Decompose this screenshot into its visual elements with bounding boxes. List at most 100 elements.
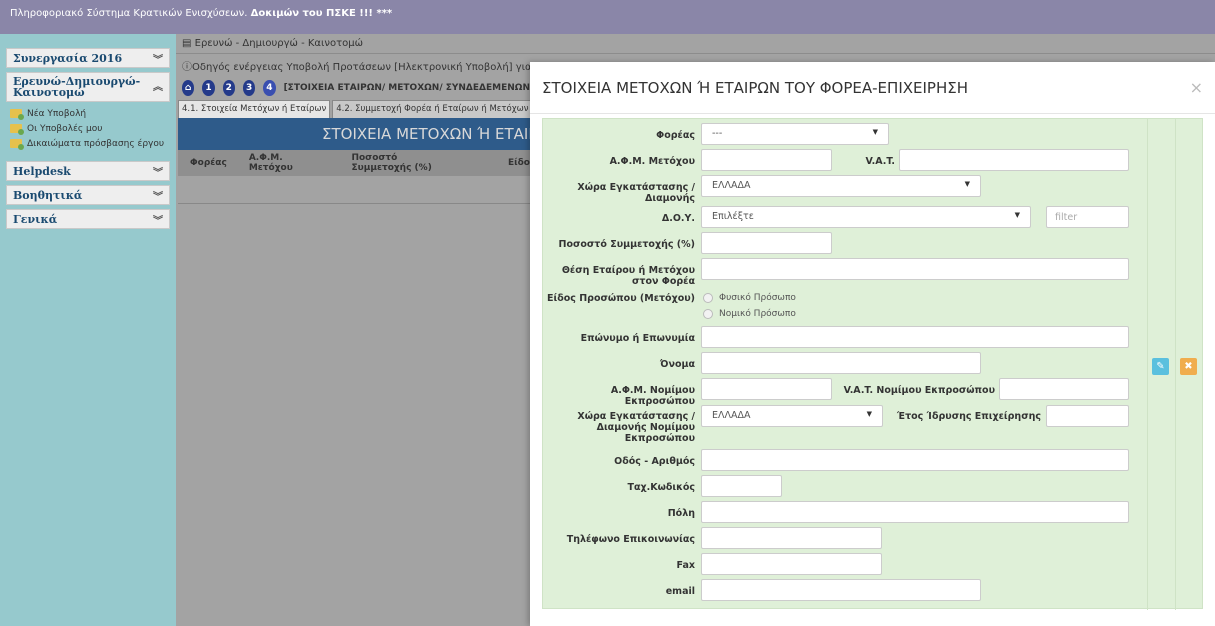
- system-title-bold: Δοκιμών του ΠΣΚΕ !!! ***: [250, 8, 393, 19]
- position-input[interactable]: [701, 258, 1129, 280]
- system-title: Πληροφοριακό Σύστημα Κρατικών Ενισχύσεων…: [10, 8, 251, 19]
- caret-down-icon: ▼: [964, 180, 970, 188]
- year-input[interactable]: [1046, 405, 1129, 427]
- panel-title: ΣΤΟΙΧΕΙΑ ΜΕΤΟΧΩΝ Ή ΕΤΑΙΡΩΝ: [178, 118, 530, 150]
- fax-input[interactable]: [701, 553, 882, 575]
- label-country: Χώρα Εγκατάστασης / Διαμονής: [577, 182, 695, 204]
- step-4[interactable]: 4: [263, 80, 276, 96]
- radio-circle-icon[interactable]: [703, 309, 713, 319]
- radio-legal-person[interactable]: Νομικό Πρόσωπο: [703, 309, 796, 319]
- chevron-down-icon[interactable]: ︾: [153, 188, 163, 203]
- email-input[interactable]: [701, 579, 981, 601]
- breadcrumb: ▤ Ερευνώ - Δημιουργώ - Καινοτομώ: [176, 34, 1215, 54]
- breadcrumb-text: Ερευνώ - Δημιουργώ - Καινοτομώ: [194, 38, 363, 49]
- select-foreas[interactable]: --- ▼: [701, 123, 889, 145]
- grid-body: [178, 176, 530, 204]
- phone-input[interactable]: [701, 527, 882, 549]
- chevron-down-icon[interactable]: ︾: [153, 164, 163, 179]
- step-1[interactable]: 1: [202, 80, 215, 96]
- city-input[interactable]: [701, 501, 1129, 523]
- folder-icon: [10, 124, 24, 135]
- street-input[interactable]: [701, 449, 1129, 471]
- accordion-header-voithitika[interactable]: Βοηθητικά ︾: [6, 185, 170, 205]
- tab-participation[interactable]: 4.2. Συμμετοχή Φορέα ή Εταίρων ή Μετόχων…: [332, 100, 534, 118]
- rep-afm-input[interactable]: [701, 378, 832, 400]
- radio-circle-icon[interactable]: [703, 293, 713, 303]
- label-afm: Α.Φ.Μ. Μετόχου: [609, 156, 695, 167]
- select-value: ΕΛΛΑΔΑ: [712, 180, 751, 191]
- chevron-up-icon[interactable]: ︽: [153, 82, 163, 93]
- sidebar: Συνεργασία 2016 ︾ Ερευνώ-Δημιουργώ-Καινο…: [0, 34, 176, 626]
- guide-text: Οδηγός ενέργειας Υποβολή Προτάσεων [Ηλεκ…: [192, 62, 536, 73]
- accordion-genika: Γενικά ︾: [6, 209, 170, 229]
- modal-header: ΣΤΟΙΧΕΙΑ ΜΕΤΟΧΩΝ Ή ΕΤΑΙΡΩΝ ΤΟΥ ΦΟΡΕΑ-ΕΠΙ…: [530, 62, 1215, 114]
- rep-vat-input[interactable]: [999, 378, 1129, 400]
- grid-header: Φορέας Α.Φ.Μ. Μετόχου Ποσοστό Συμμετοχής…: [178, 150, 530, 176]
- caret-down-icon: ▼: [866, 410, 872, 418]
- accordion-header-helpdesk[interactable]: Helpdesk ︾: [6, 161, 170, 181]
- doy-filter-input[interactable]: [1046, 206, 1129, 228]
- label-year: Έτος Ίδρυσης Επιχείρησης: [897, 411, 1041, 422]
- select-country[interactable]: ΕΛΛΑΔΑ ▼: [701, 175, 981, 197]
- label-position: Θέση Εταίρου ή Μετόχου στον Φορέα: [561, 265, 695, 287]
- column-header[interactable]: Είδο: [458, 158, 530, 168]
- tab-shareholders[interactable]: 4.1. Στοιχεία Μετόχων ή Εταίρων: [178, 100, 331, 118]
- sidebar-item-new-submission[interactable]: Νέα Υποβολή: [10, 106, 170, 121]
- accordion-label: Βοηθητικά: [13, 188, 83, 202]
- sidebar-item-my-submissions[interactable]: Οι Υποβολές μου: [10, 121, 170, 136]
- step-3[interactable]: 3: [242, 80, 256, 96]
- home-step-icon[interactable]: ⌂: [182, 80, 195, 96]
- accordion-header-erevno[interactable]: Ερευνώ-Δημιουργώ-Καινοτομώ ︽: [6, 72, 170, 102]
- radio-physical-person[interactable]: Φυσικό Πρόσωπο: [703, 293, 796, 303]
- step-label: [ΣΤΟΙΧΕΙΑ ΕΤΑΙΡΩΝ/ ΜΕΤΟΧΩΝ/ ΣΥΝΔΕΔΕΜΕΝΩΝ: [283, 83, 530, 93]
- column-header[interactable]: Φορέας: [178, 158, 227, 168]
- label-rep-afm: Α.Φ.Μ. Νομίμου Εκπροσώπου: [610, 385, 695, 407]
- sidebar-item-access-rights[interactable]: Δικαιώματα πρόσβασης έργου: [10, 136, 170, 151]
- accordion-label: Γενικά: [13, 212, 58, 226]
- accordion-items: Νέα Υποβολή Οι Υποβολές μου Δικαιώματα π…: [6, 102, 170, 157]
- caret-down-icon: ▼: [1014, 211, 1020, 219]
- delete-button[interactable]: ✖: [1180, 358, 1197, 375]
- name-input[interactable]: [701, 352, 981, 374]
- label-phone: Τηλέφωνο Επικοινωνίας: [566, 534, 695, 545]
- percent-input[interactable]: [701, 232, 832, 254]
- label-name: Όνομα: [660, 359, 695, 370]
- select-rep-country[interactable]: ΕΛΛΑΔΑ ▼: [701, 405, 883, 427]
- surname-input[interactable]: [701, 326, 1129, 348]
- folder-icon: [10, 139, 24, 150]
- edit-button[interactable]: ✎: [1152, 358, 1169, 375]
- divider: [1175, 119, 1176, 610]
- chevron-down-icon[interactable]: ︾: [153, 212, 163, 227]
- label-person-type: Είδος Προσώπου (Μετόχου): [547, 293, 695, 304]
- sidebar-item-label: Νέα Υποβολή: [27, 108, 87, 119]
- chevron-down-icon[interactable]: ︾: [153, 51, 163, 66]
- wizard-steps: ⌂ 1 2 3 4 [ΣΤΟΙΧΕΙΑ ΕΤΑΙΡΩΝ/ ΜΕΤΟΧΩΝ/ ΣΥ…: [176, 76, 536, 100]
- accordion-label: Συνεργασία 2016: [13, 51, 123, 65]
- accordion-label: Ερευνώ-Δημιουργώ-Καινοτομώ: [13, 75, 141, 99]
- select-value: Επιλέξτε: [712, 211, 754, 222]
- zip-input[interactable]: [701, 475, 782, 497]
- label-rep-country: Χώρα Εγκατάστασης / Διαμονής Νομίμου Εκπ…: [577, 411, 695, 444]
- accordion-helpdesk: Helpdesk ︾: [6, 161, 170, 181]
- radio-label: Νομικό Πρόσωπο: [719, 309, 796, 319]
- column-header[interactable]: Ποσοστό Συμμετοχής (%): [315, 153, 458, 173]
- vat-input[interactable]: [899, 149, 1129, 171]
- select-doy[interactable]: Επιλέξτε ▼: [701, 206, 1031, 228]
- column-header[interactable]: Α.Φ.Μ. Μετόχου: [227, 153, 316, 173]
- label-doy: Δ.Ο.Υ.: [661, 213, 695, 224]
- caret-down-icon: ▼: [872, 128, 878, 136]
- modal-dialog: ΣΤΟΙΧΕΙΑ ΜΕΤΟΧΩΝ Ή ΕΤΑΙΡΩΝ ΤΟΥ ΦΟΡΕΑ-ΕΠΙ…: [530, 62, 1215, 626]
- label-street: Οδός - Αριθμός: [614, 456, 695, 467]
- label-surname: Επώνυμο ή Επωνυμία: [580, 333, 695, 344]
- step-2[interactable]: 2: [222, 80, 235, 96]
- close-icon[interactable]: ×: [1190, 78, 1203, 97]
- label-email: email: [665, 586, 695, 597]
- page-icon: ▤: [182, 38, 195, 49]
- accordion-header-genika[interactable]: Γενικά ︾: [6, 209, 170, 229]
- top-bar: Πληροφοριακό Σύστημα Κρατικών Ενισχύσεων…: [0, 0, 1215, 34]
- label-vat: V.A.T.: [865, 156, 895, 167]
- divider: [1147, 119, 1148, 610]
- tab-bar: 4.1. Στοιχεία Μετόχων ή Εταίρων 4.2. Συμ…: [176, 100, 534, 118]
- sidebar-item-label: Δικαιώματα πρόσβασης έργου: [27, 138, 165, 149]
- accordion-header-synergasia[interactable]: Συνεργασία 2016 ︾: [6, 48, 170, 68]
